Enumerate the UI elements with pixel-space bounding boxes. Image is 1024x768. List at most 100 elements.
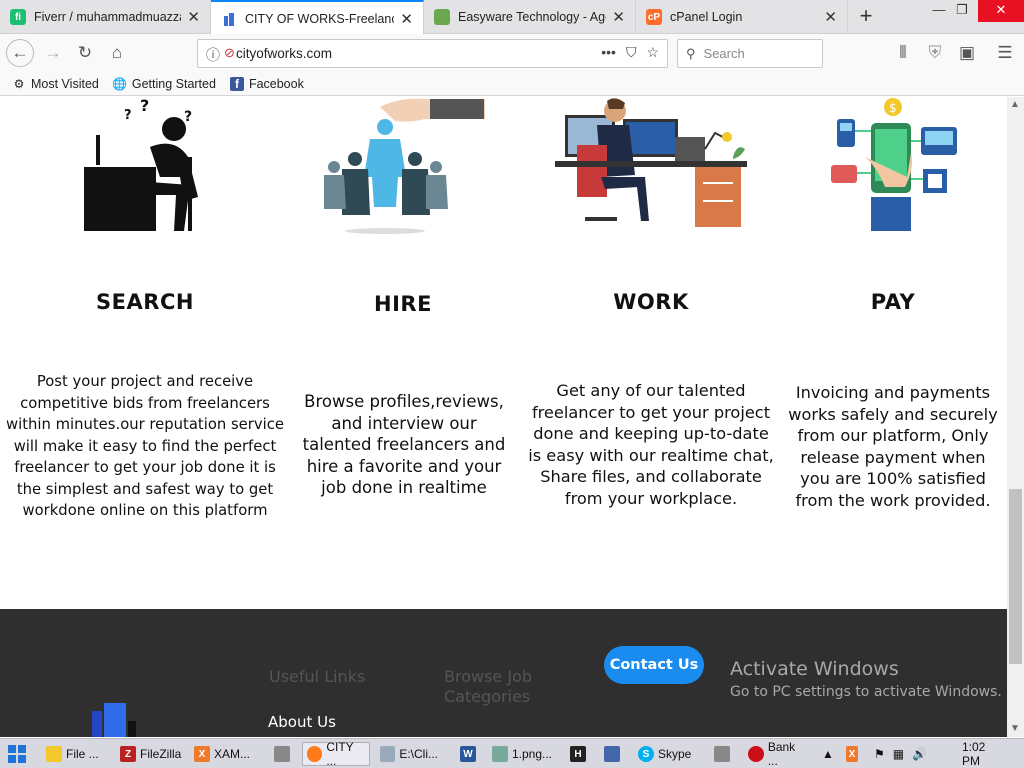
step-title: HIRE (374, 292, 432, 316)
new-tab-button[interactable]: + (852, 3, 880, 31)
page-actions-icon[interactable]: ••• (601, 44, 616, 61)
tool-icon (274, 746, 290, 762)
taskbar-item-network[interactable] (600, 742, 624, 766)
skype-icon: S (638, 746, 654, 762)
search-illustration: ? ? ? (84, 97, 198, 231)
start-button[interactable] (4, 742, 30, 766)
taskbar-item-h[interactable]: H (566, 742, 590, 766)
menu-icon[interactable]: ☰ (992, 40, 1018, 66)
step-title: PAY (870, 290, 916, 314)
about-us-link[interactable]: About Us (268, 713, 336, 731)
page-content: ? ? ? $ SEARCH Post your project and rec… (0, 97, 1007, 737)
search-placeholder: Search (703, 46, 745, 61)
activate-windows-subtitle: Go to PC settings to activate Windows. (730, 684, 1002, 700)
bookmark-getting-started[interactable]: 🌐 Getting Started (112, 76, 216, 91)
taskbar-item-image[interactable]: 1.png... (488, 742, 556, 766)
taskbar-item-explorer[interactable]: File ... (42, 742, 112, 766)
bookmark-facebook[interactable]: f Facebook (229, 76, 304, 91)
step-work-text-block: Get any of our talented freelancer to ge… (528, 380, 774, 509)
scroll-down-icon[interactable]: ▼ (1010, 723, 1020, 734)
step-description: Post your project and receive competitiv… (6, 373, 284, 519)
library-icon[interactable]: ⫴ (890, 40, 916, 66)
pocket-icon[interactable]: ⛉ (626, 44, 637, 61)
home-icon[interactable]: ⌂ (104, 40, 130, 66)
bookmark-most-visited[interactable]: ⚙ Most Visited (12, 77, 99, 91)
activate-windows-title: Activate Windows (730, 658, 899, 680)
step-description: Browse profiles,reviews, and interview o… (302, 392, 506, 497)
shield-icon[interactable]: ⛨ (922, 40, 948, 66)
step-description: Invoicing and payments works safely and … (788, 383, 998, 510)
clock[interactable]: 1:02 PM (958, 740, 1008, 768)
step-search: SEARCH (40, 290, 250, 314)
taskbar-item-skype[interactable]: S Skype (634, 742, 702, 766)
step-search-text-block: Post your project and receive competitiv… (6, 371, 284, 522)
close-icon[interactable]: ✕ (612, 8, 625, 26)
easyware-icon (434, 9, 450, 25)
taskbar-item-word[interactable]: W (456, 742, 480, 766)
tab-title: cPanel Login (670, 10, 743, 24)
cityofworks-logo (92, 703, 136, 737)
close-icon[interactable]: ✕ (824, 8, 837, 26)
taskbar-item-firefox[interactable]: CITY ... (302, 740, 370, 768)
system-tray[interactable]: ⚑ ▦ 🔊 (870, 742, 950, 766)
tray-expand-icon[interactable]: ▲ (818, 742, 838, 766)
bookmarks-toolbar: ⚙ Most Visited 🌐 Getting Started f Faceb… (0, 72, 1024, 96)
tab-title: CITY OF WORKS-Freelance m (245, 11, 395, 26)
back-icon[interactable]: ← (6, 39, 34, 67)
tab-fiverr[interactable]: fi Fiverr / muhammadmuazzam ✕ (0, 0, 211, 34)
contact-us-button[interactable]: Contact Us (604, 646, 704, 684)
filezilla-icon: Z (120, 746, 136, 762)
taskbar-item-tool[interactable] (270, 742, 294, 766)
reload-icon[interactable]: ↻ (72, 40, 98, 66)
tab-easyware[interactable]: Easyware Technology - Agen ✕ (424, 0, 636, 34)
bookmark-star-icon[interactable]: ☆ (646, 44, 659, 61)
url-bar[interactable]: ⓘ ⊘ cityofworks.com ••• ⛉ ☆ (197, 39, 668, 68)
work-illustration (555, 98, 747, 227)
forward-icon[interactable]: → (40, 40, 66, 66)
taskbar-item-calc[interactable] (710, 742, 734, 766)
step-pay-text-block: Invoicing and payments works safely and … (786, 382, 1000, 511)
taskbar-item-filezilla[interactable]: Z FileZilla (116, 742, 186, 766)
taskbar-label: XAM... (214, 747, 251, 761)
step-pay: PAY (788, 290, 998, 314)
flag-icon[interactable]: ⚑ (874, 747, 885, 761)
scroll-up-icon[interactable]: ▲ (1010, 99, 1020, 110)
taskbar-label: CITY ... (326, 740, 354, 768)
network-tray-icon[interactable]: ▦ (893, 747, 904, 761)
taskbar-item-notepad[interactable]: E:\Cli... (376, 742, 442, 766)
tab-title: Fiverr / muhammadmuazzam (34, 10, 182, 24)
step-description: Get any of our talented freelancer to ge… (528, 381, 774, 508)
tray-xampp-icon[interactable]: X (842, 742, 862, 766)
firefox-icon (307, 746, 323, 762)
opera-icon (748, 746, 764, 762)
browse-job-categories-heading: Browse Job Categories (444, 667, 533, 706)
scrollbar-thumb[interactable] (1009, 489, 1022, 664)
sidebar-icon[interactable]: ▣ (954, 40, 980, 66)
window-close-button[interactable]: ✕ (978, 0, 1024, 22)
bookmark-label: Getting Started (131, 76, 216, 91)
volume-icon[interactable]: 🔊 (912, 747, 927, 761)
close-icon[interactable]: ✕ (400, 10, 413, 28)
info-icon[interactable]: ⓘ (206, 45, 220, 65)
taskbar-label: FileZilla (140, 747, 182, 761)
taskbar-label: Skype (658, 747, 692, 761)
insecure-lock-icon: ⊘ (224, 45, 235, 60)
gear-icon: ⚙ (13, 76, 25, 91)
close-icon[interactable]: ✕ (187, 8, 200, 26)
taskbar-label: Bank ... (767, 740, 796, 768)
bookmark-label: Most Visited (31, 76, 99, 91)
search-input[interactable]: ⚲ Search (677, 39, 823, 68)
taskbar-item-xampp[interactable]: X XAM... (190, 742, 260, 766)
navigation-toolbar: ← → ↻ ⌂ ⓘ ⊘ cityofworks.com ••• ⛉ ☆ ⚲ Se… (0, 34, 1024, 72)
url-text[interactable]: cityofworks.com (236, 46, 332, 61)
tab-cpanel[interactable]: cP cPanel Login ✕ (636, 0, 848, 34)
taskbar-item-opera[interactable]: Bank ... (744, 740, 812, 768)
page-scrollbar[interactable]: ▲ ▼ (1007, 97, 1024, 737)
tab-cityofworks[interactable]: CITY OF WORKS-Freelance m ✕ (211, 0, 424, 35)
folder-icon (46, 746, 62, 762)
calculator-icon (714, 746, 730, 762)
globe-icon: 🌐 (112, 76, 128, 91)
taskbar-label: E:\Cli... (399, 747, 438, 761)
notepad-icon (380, 746, 396, 762)
facebook-icon: f (229, 76, 244, 91)
